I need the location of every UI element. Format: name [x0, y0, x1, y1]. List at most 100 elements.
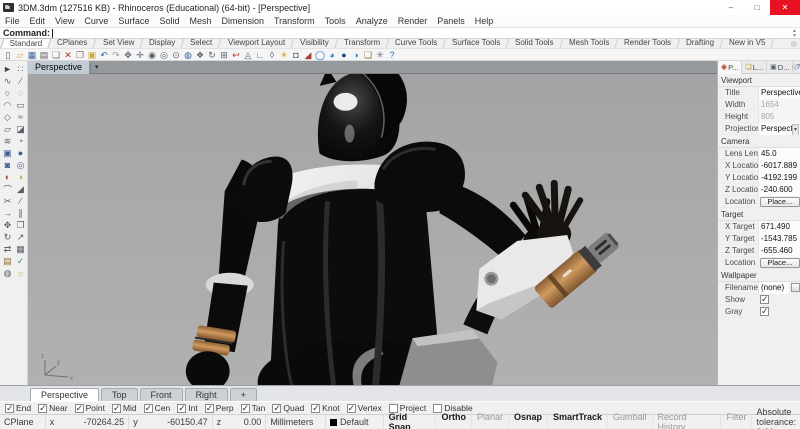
panel-tab-properties[interactable]: ◉ P...	[718, 61, 742, 74]
layer-tool-icon[interactable]: ◢	[302, 49, 314, 61]
menu-edit[interactable]: Edit	[25, 15, 51, 27]
menu-panels[interactable]: Panels	[432, 15, 470, 27]
robot-model-render[interactable]: x y z	[28, 74, 717, 385]
osnap-end[interactable]: End	[5, 403, 31, 413]
osnap-point[interactable]: Point	[75, 403, 105, 413]
toggle-filter[interactable]: Filter	[721, 412, 752, 429]
viewport-menu-caret-icon[interactable]: ▾	[90, 63, 103, 72]
menu-file[interactable]: File	[0, 15, 25, 27]
osnap-perp[interactable]: Perp	[205, 403, 234, 413]
delete-icon[interactable]: ✕	[62, 49, 74, 61]
panel-gear-icon[interactable]: ◎	[792, 63, 798, 71]
tab-surface-tools[interactable]: Surface Tools	[443, 38, 510, 48]
viewport-title-value[interactable]: Perspective	[758, 87, 800, 99]
notes-icon[interactable]: ❑	[362, 49, 374, 61]
zoom-target-icon[interactable]: ⊙	[170, 49, 182, 61]
menu-help[interactable]: Help	[470, 15, 499, 27]
loft-icon[interactable]: ≋	[1, 135, 14, 147]
help-icon[interactable]: ?	[386, 49, 398, 61]
scale-tool-icon[interactable]: ↗	[14, 231, 27, 243]
mirror-icon[interactable]: ⇄	[1, 243, 14, 255]
osnap-cen[interactable]: Cen	[144, 403, 171, 413]
tab-curve-tools[interactable]: Curve Tools	[386, 38, 446, 48]
zoom-extents-icon[interactable]: ❖	[194, 49, 206, 61]
surface-plane-icon[interactable]: ▱	[1, 123, 14, 135]
copy-tool-icon[interactable]: ❐	[14, 219, 27, 231]
menu-surface[interactable]: Surface	[113, 15, 154, 27]
toggle-osnap[interactable]: Osnap	[509, 412, 548, 429]
move-icon[interactable]: ✛	[134, 49, 146, 61]
undo-view-icon[interactable]: ↩	[230, 49, 242, 61]
visibility-lamp-icon[interactable]: ☀	[278, 49, 290, 61]
chamfer-icon[interactable]: ◢	[14, 183, 27, 195]
toggle-smarttrack[interactable]: SmartTrack	[548, 412, 608, 429]
osnap-knot[interactable]: Knot	[311, 403, 340, 413]
target-place-button[interactable]: Place...	[760, 258, 800, 268]
tab-display[interactable]: Display	[141, 38, 185, 48]
tab-transform[interactable]: Transform	[335, 38, 389, 48]
toggle-gumball[interactable]: Gumball	[608, 412, 653, 429]
wallpaper-filename-value[interactable]: (none)	[758, 282, 789, 294]
tab-render-tools[interactable]: Render Tools	[615, 38, 680, 48]
move-tool-icon[interactable]: ✥	[1, 219, 14, 231]
camera-z-value[interactable]: -240.600	[758, 184, 800, 196]
lens-length-value[interactable]: 45.0	[758, 148, 800, 160]
zoom-dynamic-icon[interactable]: ◉	[146, 49, 158, 61]
vptab-perspective[interactable]: Perspective	[30, 388, 99, 401]
osnap-quad[interactable]: Quad	[272, 403, 304, 413]
menu-view[interactable]: View	[50, 15, 79, 27]
new-file-icon[interactable]: ▯	[2, 49, 14, 61]
print-icon[interactable]: ▤	[38, 49, 50, 61]
tab-cplanes[interactable]: CPlanes	[49, 38, 97, 48]
sphere-icon[interactable]: ●	[14, 147, 27, 159]
tab-drafting[interactable]: Drafting	[677, 38, 723, 48]
wallpaper-browse-button[interactable]	[791, 283, 800, 292]
osnap-mid[interactable]: Mid	[112, 403, 137, 413]
toggle-planar[interactable]: Planar	[472, 412, 509, 429]
helix-icon[interactable]: ≈	[14, 111, 27, 123]
line-icon[interactable]: ∕	[14, 75, 27, 87]
trim-icon[interactable]: ✂	[1, 195, 14, 207]
viewport-canvas[interactable]: x y z	[28, 74, 717, 385]
wallpaper-gray-checkbox[interactable]	[760, 307, 769, 316]
extend-icon[interactable]: →	[1, 207, 14, 219]
menu-tools[interactable]: Tools	[320, 15, 351, 27]
circle-icon[interactable]: ○	[1, 87, 14, 99]
vptab-front[interactable]: Front	[140, 388, 183, 401]
render-settings-icon[interactable]: ◑	[350, 49, 362, 61]
select-points-icon[interactable]: ∷	[14, 63, 27, 75]
gumball-icon[interactable]: ◍	[1, 267, 14, 279]
lock-objects-icon[interactable]: ◘	[290, 49, 302, 61]
save-icon[interactable]: ▦	[26, 49, 38, 61]
current-layer[interactable]: Default	[326, 415, 384, 429]
menu-analyze[interactable]: Analyze	[351, 15, 393, 27]
paste-icon[interactable]: ▣	[86, 49, 98, 61]
osnap-near[interactable]: Near	[38, 403, 67, 413]
tab-set-view[interactable]: Set View	[94, 38, 144, 48]
camera-y-value[interactable]: -4192.199	[758, 172, 800, 184]
render-preview-icon[interactable]: ◕	[326, 49, 338, 61]
panel-tab-display[interactable]: ▣ D...	[767, 61, 793, 74]
target-y-value[interactable]: -1543.785	[758, 233, 800, 245]
menu-transform[interactable]: Transform	[269, 15, 320, 27]
revolve-icon[interactable]: ◔	[14, 135, 27, 147]
tab-visibility[interactable]: Visibility	[291, 38, 338, 48]
fillet-icon[interactable]: ⌒	[1, 183, 14, 195]
projection-select[interactable]: Perspect...	[758, 123, 800, 135]
render-icon[interactable]: ●	[338, 49, 350, 61]
minimize-button[interactable]: –	[718, 0, 744, 15]
boolean-union-icon[interactable]: ◐	[1, 171, 14, 183]
cplane-icon[interactable]: ∟	[254, 49, 266, 61]
panel-tab-layers[interactable]: ❏ L...	[742, 61, 767, 74]
menu-curve[interactable]: Curve	[79, 15, 113, 27]
block-icon[interactable]: ▤	[1, 255, 14, 267]
surface-patch-icon[interactable]: ◪	[14, 123, 27, 135]
toggle-record-history[interactable]: Record History	[653, 412, 722, 429]
menu-mesh[interactable]: Mesh	[184, 15, 216, 27]
menu-dimension[interactable]: Dimension	[216, 15, 269, 27]
export-icon[interactable]: ❏	[50, 49, 62, 61]
tube-icon[interactable]: ◎	[14, 159, 27, 171]
box-icon[interactable]: ▣	[1, 147, 14, 159]
tab-select[interactable]: Select	[182, 38, 222, 48]
close-button[interactable]: ✕	[770, 0, 800, 15]
